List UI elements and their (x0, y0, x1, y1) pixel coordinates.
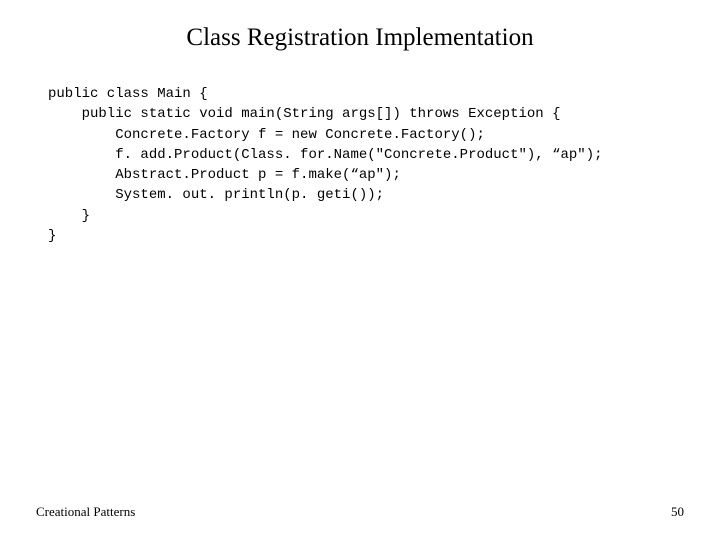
code-line: Concrete.Factory f = new Concrete.Factor… (48, 127, 485, 143)
slide-title: Class Registration Implementation (0, 24, 720, 52)
code-block: public class Main { public static void m… (48, 84, 603, 246)
page-number: 50 (671, 504, 684, 520)
slide: Class Registration Implementation public… (0, 0, 720, 540)
code-line: } (48, 228, 56, 244)
code-line: public static void main(String args[]) t… (48, 106, 560, 122)
code-line: Abstract.Product p = f.make(“ap"); (48, 167, 401, 183)
footer-left: Creational Patterns (36, 504, 135, 520)
code-line: System. out. println(p. geti()); (48, 187, 384, 203)
code-line: f. add.Product(Class. for.Name("Concrete… (48, 147, 603, 163)
code-line: public class Main { (48, 86, 208, 102)
code-line: } (48, 208, 90, 224)
